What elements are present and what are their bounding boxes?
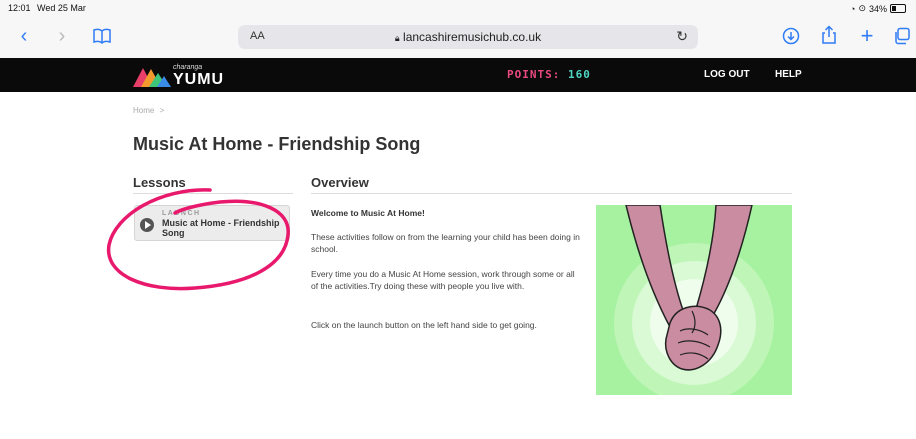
lessons-heading: Lessons [133, 175, 186, 190]
help-link[interactable]: HELP [775, 69, 802, 80]
lesson-name: Music at Home - Friendship Song [162, 218, 280, 238]
lessons-divider [133, 193, 293, 194]
page-title: Music At Home - Friendship Song [133, 134, 421, 154]
logo-mountains-icon [133, 68, 171, 87]
wifi-icon: ◔ [850, 3, 856, 14]
overview-paragraph-3: Click on the launch button on the left h… [311, 320, 537, 330]
back-icon[interactable]: ‹ [14, 24, 34, 48]
overview-divider [311, 193, 792, 194]
browser-toolbar: ‹ › AA 🔒︎ lancashiremusichub.co.uk ↻ + [0, 16, 916, 59]
address-bar[interactable]: AA 🔒︎ lancashiremusichub.co.uk ↻ [238, 25, 698, 49]
new-tab-icon[interactable]: + [856, 24, 878, 48]
overview-paragraph-1: These activities follow on from the lear… [311, 232, 580, 254]
forward-icon[interactable]: › [52, 24, 72, 48]
battery-percent: 34% [868, 3, 887, 14]
date: Wed 25 Mar [37, 3, 86, 13]
brand-sub: charanga [173, 64, 203, 71]
lock-icon: 🔒︎ [394, 33, 400, 43]
reload-icon[interactable]: ↻ [676, 28, 688, 45]
points-counter: POINTS: 160 [507, 68, 591, 81]
logout-link[interactable]: LOG OUT [704, 69, 750, 80]
status-right: ◔ ⊙ 34% [850, 3, 906, 14]
points-label: POINTS: [507, 68, 561, 81]
tabs-icon[interactable] [892, 24, 912, 48]
yumu-logo[interactable]: charanga YUMU [133, 62, 233, 88]
site-header: charanga YUMU POINTS: 160 LOG OUT HELP [0, 58, 916, 92]
url-label: lancashiremusichub.co.uk [403, 30, 542, 44]
breadcrumb: Home > [133, 106, 164, 115]
launch-tag: LAUNCH [162, 210, 201, 217]
battery-icon [890, 4, 906, 13]
bookmarks-icon[interactable] [90, 24, 114, 48]
overview-heading: Overview [311, 175, 369, 190]
overview-paragraph-2: Every time you do a Music At Home sessio… [311, 269, 575, 291]
points-value: 160 [567, 68, 591, 81]
clock: 12:01 [8, 3, 31, 13]
overview-intro: Welcome to Music At Home! [311, 208, 425, 218]
share-icon[interactable] [818, 24, 840, 48]
lock-rotation-icon: ⊙ [858, 3, 866, 13]
friendship-hands-image [596, 205, 792, 395]
url-text: 🔒︎ lancashiremusichub.co.uk [238, 30, 698, 44]
download-icon[interactable] [780, 24, 802, 48]
status-time: 12:01 Wed 25 Mar [8, 3, 86, 13]
brand-name: YUMU [173, 71, 225, 88]
status-bar: 12:01 Wed 25 Mar ◔ ⊙ 34% [0, 0, 916, 16]
play-icon [140, 218, 154, 232]
breadcrumb-home[interactable]: Home [133, 106, 154, 115]
launch-lesson-button[interactable]: LAUNCH Music at Home - Friendship Song [134, 205, 290, 241]
breadcrumb-separator: > [159, 106, 165, 115]
